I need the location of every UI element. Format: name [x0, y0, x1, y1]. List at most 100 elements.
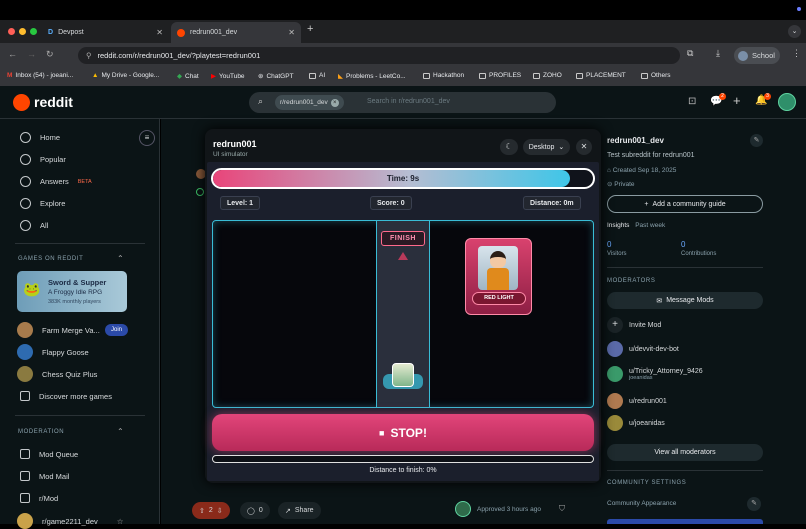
sidebar-game-flappy-goose[interactable]: Flappy Goose — [17, 344, 89, 360]
sidebar-item-all[interactable]: All — [20, 220, 48, 231]
bookmark-youtube[interactable]: ▶ YouTube — [211, 72, 245, 81]
bookmark-gmail[interactable]: M Inbox (54) - joeani... — [7, 72, 73, 79]
comments-button[interactable]: ◯ 0 — [240, 502, 270, 519]
bookmark-leetcode[interactable]: ◣ Problems - LeetCo... — [338, 72, 406, 81]
sidebar-game-chess-quiz[interactable]: Chess Quiz Plus — [17, 366, 97, 382]
vote-button[interactable]: ⇧ 2 ⇩ — [192, 502, 230, 519]
window-close-icon[interactable] — [8, 28, 15, 35]
sidebar-item-home[interactable]: Home — [20, 132, 60, 143]
bookmark-chatgpt[interactable]: ⊛ ChatGPT — [258, 72, 294, 81]
share-button[interactable]: ↗ Share — [278, 502, 321, 519]
sidebar-mod-mail[interactable]: Mod Mail — [20, 471, 69, 481]
community-appearance-link[interactable]: Community Appearance — [607, 500, 676, 507]
moderator-row[interactable]: u/joeanidas — [607, 415, 665, 431]
create-icon[interactable]: + — [733, 93, 741, 108]
level-display: Level: 1 — [220, 196, 261, 210]
tab-search-icon[interactable]: ⌄ — [788, 25, 801, 38]
chevron-up-icon[interactable]: ⌃ — [117, 254, 124, 263]
device-select[interactable]: Desktop ⌄ — [523, 139, 570, 155]
bookmark-others[interactable]: Others — [641, 72, 671, 79]
visitors-label: Visitors — [607, 251, 627, 257]
tab-redrun001-dev[interactable]: redrun001_dev ✕ — [171, 22, 301, 43]
invite-mod-button[interactable]: + Invite Mod — [607, 317, 661, 333]
tab-devpost[interactable]: D Devpost ✕ — [42, 22, 169, 43]
window-zoom-icon[interactable] — [30, 28, 37, 35]
profile-button[interactable]: School — [734, 47, 780, 64]
mail-icon: ✉ — [656, 297, 663, 305]
contributions-label: Contributions — [681, 251, 717, 257]
close-icon[interactable]: ✕ — [156, 28, 163, 37]
reddit-favicon-icon — [177, 28, 185, 37]
sidebar-item-explore[interactable]: Explore — [20, 198, 65, 209]
add-community-guide-button[interactable]: + Add a community guide — [607, 195, 763, 213]
site-info-icon[interactable]: ⚲ — [86, 51, 92, 60]
primary-button-edge[interactable] — [607, 519, 763, 524]
bookmark-label: Chat — [185, 72, 199, 80]
message-mods-button[interactable]: ✉ Message Mods — [607, 292, 763, 309]
chevron-up-icon[interactable]: ⌃ — [117, 427, 124, 436]
moderator-row[interactable]: u/redrun001 — [607, 393, 667, 409]
bookmark-ai[interactable]: AI — [309, 72, 325, 79]
close-icon[interactable]: × — [330, 98, 339, 107]
advertise-icon[interactable]: ⊡ — [688, 96, 696, 107]
window-minimize-icon[interactable] — [19, 28, 26, 35]
modal-title: redrun001 — [213, 139, 257, 149]
stop-button[interactable]: ■ STOP! — [212, 414, 594, 451]
join-button[interactable]: Join — [105, 324, 129, 336]
bookmark-label: ChatGPT — [266, 72, 294, 80]
sidebar-item-label: Popular — [40, 155, 66, 164]
theme-toggle-icon[interactable]: ☾ — [500, 139, 518, 155]
tab-label: redrun001_dev — [190, 29, 238, 36]
search-input[interactable]: ⌕ r/redrun001_dev × Search in r/redrun00… — [249, 92, 556, 113]
insights-row: Insights Past week — [607, 222, 665, 229]
divider — [607, 267, 763, 268]
bookmark-profiles[interactable]: PROFILES — [479, 72, 521, 79]
insights-period[interactable]: Past week — [635, 222, 665, 229]
shield-icon[interactable]: ⛉ — [559, 504, 565, 514]
avatar[interactable] — [778, 93, 796, 111]
arrow-up-icon — [398, 252, 408, 260]
distance-to-finish-label: Distance to finish: 0% — [369, 467, 437, 474]
sidebar-mod-queue[interactable]: Mod Queue — [20, 449, 78, 459]
back-icon[interactable]: ← — [8, 49, 17, 59]
all-icon — [20, 220, 31, 231]
download-icon[interactable]: ⤓ — [716, 48, 720, 59]
sidebar-item-popular[interactable]: Popular — [20, 154, 66, 165]
new-tab-button[interactable]: + — [307, 23, 313, 35]
url-field[interactable]: ⚲ reddit.com/r/redrun001_dev/?playtest=r… — [78, 47, 680, 64]
subreddit-chip[interactable]: r/redrun001_dev × — [275, 95, 344, 110]
moderator-row[interactable]: u/devvit-dev-bot — [607, 341, 679, 357]
game-label: Farm Merge Va... — [42, 325, 100, 335]
game-promo-card[interactable]: 🐸 Sword & Supper A Froggy Idle RPG 383K … — [17, 271, 127, 312]
gamepad-icon — [20, 391, 30, 401]
sidebar-r-game2211[interactable]: r/game2211_dev ☆ — [17, 513, 123, 529]
close-icon[interactable]: ✕ — [288, 28, 295, 37]
reddit-logo-icon[interactable] — [13, 94, 30, 111]
button-label: Add a community guide — [652, 200, 726, 208]
avatar — [607, 393, 623, 409]
mod-item-label: Mod Queue — [39, 449, 79, 459]
bookmark-hackathon[interactable]: Hackathon — [423, 72, 464, 79]
sidebar-r-mod[interactable]: r/Mod — [20, 493, 58, 503]
moderator-row[interactable]: u/Tricky_Attorney_9426 joeanidas — [607, 366, 703, 382]
bookmark-drive[interactable]: ▲ My Drive - Google... — [92, 72, 159, 79]
close-icon[interactable]: ✕ — [576, 139, 592, 155]
collapse-menu-icon[interactable]: ≡ — [139, 130, 155, 146]
star-icon[interactable]: ☆ — [117, 517, 124, 526]
extensions-icon[interactable]: ⧉ — [687, 48, 693, 59]
edit-icon[interactable]: ✎ — [750, 134, 763, 147]
edit-icon[interactable]: ✎ — [747, 497, 761, 511]
reddit-wordmark[interactable]: reddit — [34, 94, 73, 110]
sidebar-item-answers[interactable]: Answers BETA — [20, 176, 92, 187]
view-all-moderators-button[interactable]: View all moderators — [607, 444, 763, 461]
bookmark-zoho[interactable]: ZOHO — [533, 72, 562, 79]
sidebar-discover-games[interactable]: Discover more games — [20, 391, 112, 401]
bookmark-placement[interactable]: PLACEMENT — [576, 72, 626, 79]
bookmark-label: Problems - LeetCo... — [346, 72, 406, 80]
chat-badge: 2 — [719, 93, 726, 100]
bookmark-chat[interactable]: ◆ Chat — [177, 72, 199, 81]
forward-icon[interactable]: → — [27, 49, 36, 59]
reload-icon[interactable]: ↻ — [46, 49, 54, 60]
menu-dots-icon[interactable]: ⋮ — [792, 48, 801, 59]
sidebar-game-farm-merge[interactable]: Farm Merge Va... — [17, 322, 100, 338]
